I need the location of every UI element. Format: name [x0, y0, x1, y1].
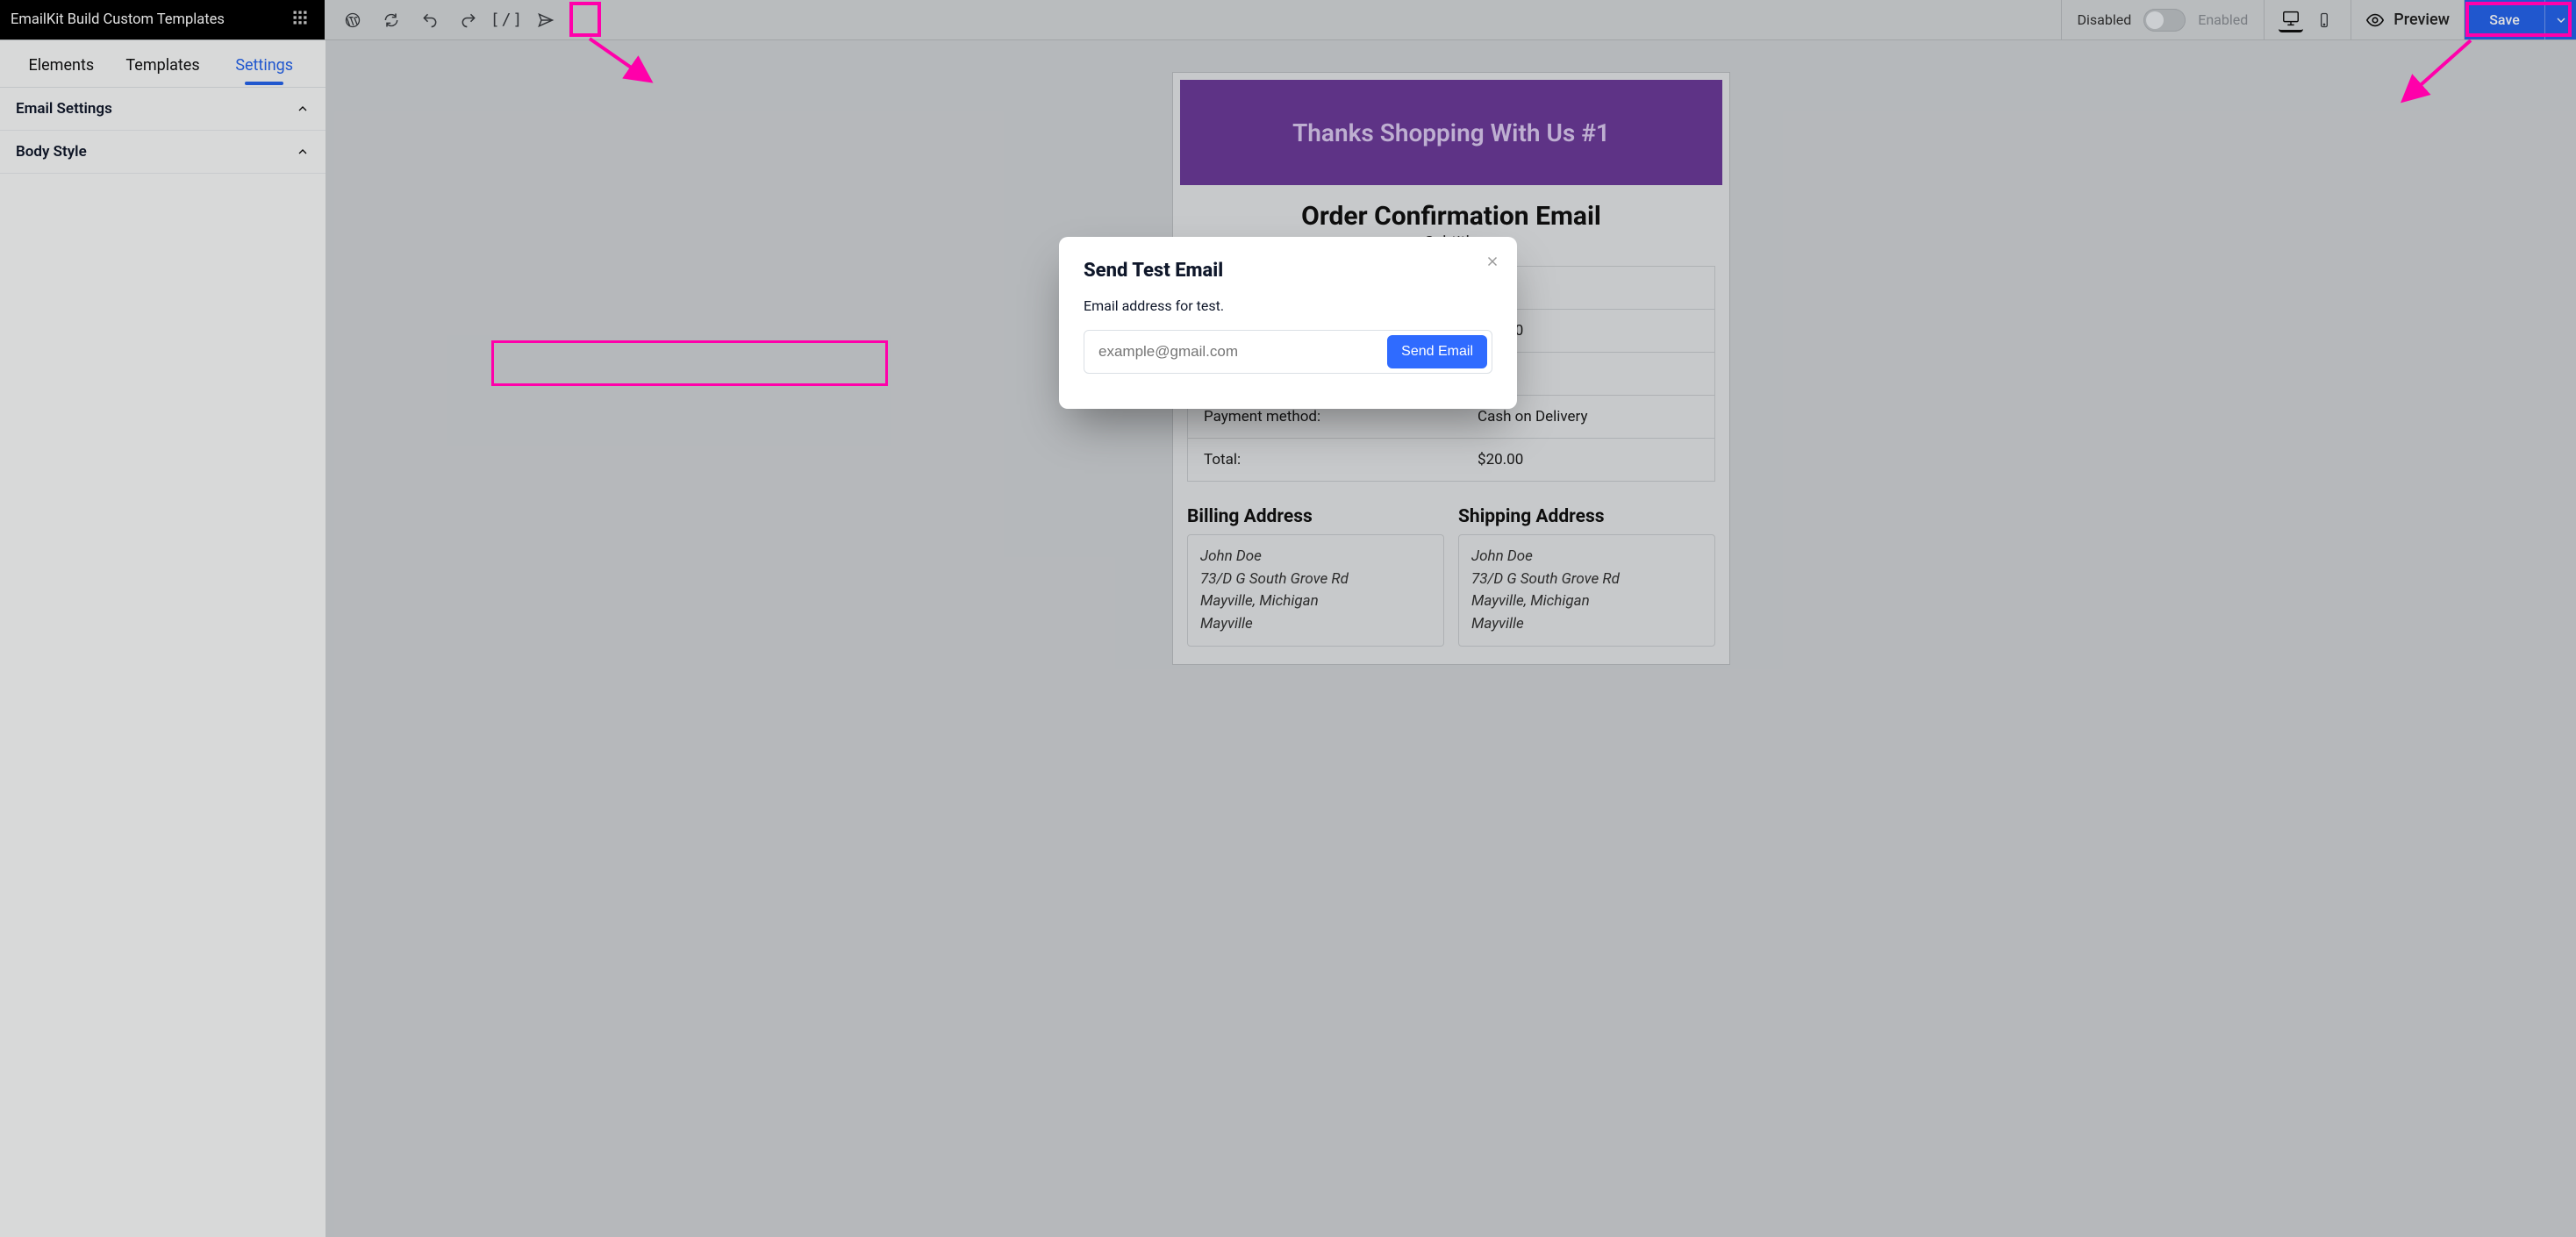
shipping-address: John Doe 73/D G South Grove Rd Mayville,…: [1458, 534, 1715, 647]
redo-icon[interactable]: [451, 0, 486, 39]
close-icon: [1485, 254, 1500, 269]
email-hero-title: Thanks Shopping With Us #1: [1292, 118, 1610, 147]
shortcodes-icon[interactable]: [/]: [490, 0, 525, 39]
address-grid: Billing Address John Doe 73/D G South Gr…: [1187, 506, 1715, 647]
sidebar-tabs: Elements Templates Settings: [0, 40, 326, 88]
enabled-toggle[interactable]: [2143, 9, 2186, 32]
billing-title: Billing Address: [1187, 506, 1444, 527]
section-email-settings[interactable]: Email Settings: [0, 88, 326, 131]
addr-line: 73/D G South Grove Rd: [1471, 568, 1702, 591]
preview-button[interactable]: Preview: [2351, 0, 2464, 39]
addr-line: John Doe: [1200, 546, 1431, 568]
save-button[interactable]: Save: [2465, 0, 2544, 39]
shipping-column: Shipping Address John Doe 73/D G South G…: [1458, 506, 1715, 647]
canvas[interactable]: Thanks Shopping With Us #1 Order Confirm…: [326, 40, 2576, 1237]
section-body-style-label: Body Style: [16, 143, 87, 161]
email-hero: Thanks Shopping With Us #1: [1180, 80, 1722, 185]
addr-line: Mayville, Michigan: [1471, 590, 1702, 613]
desktop-device-icon[interactable]: [2279, 8, 2303, 32]
chevron-up-icon: [296, 145, 310, 159]
chevron-up-icon: [296, 102, 310, 116]
email-heading: Order Confirmation Email: [1187, 201, 1715, 232]
tab-elements-label: Elements: [29, 56, 95, 75]
chevron-down-icon: [2554, 13, 2568, 27]
table-row: Total:$20.00: [1188, 439, 1715, 482]
cell: Total:: [1188, 439, 1463, 482]
eye-icon: [2365, 11, 2385, 30]
addr-line: John Doe: [1471, 546, 1702, 568]
topbar-right: Disabled Enabled Preview Save: [2061, 0, 2576, 39]
tab-elements[interactable]: Elements: [11, 44, 112, 83]
mobile-device-icon[interactable]: [2312, 8, 2336, 32]
preview-label: Preview: [2394, 11, 2450, 29]
save-label: Save: [2489, 11, 2520, 28]
save-group: Save: [2464, 0, 2576, 39]
main: Elements Templates Settings Email Settin…: [0, 40, 2576, 1237]
tab-templates[interactable]: Templates: [112, 44, 214, 83]
addr-line: Mayville: [1471, 613, 1702, 636]
app-title-strip: EmailKit Build Custom Templates: [0, 0, 325, 39]
save-caret[interactable]: [2544, 0, 2576, 39]
addr-line: Mayville, Michigan: [1200, 590, 1431, 613]
state-enabled-label: Enabled: [2198, 11, 2248, 28]
addr-line: Mayville: [1200, 613, 1431, 636]
refresh-icon[interactable]: [374, 0, 409, 39]
undo-icon[interactable]: [412, 0, 447, 39]
tab-settings-label: Settings: [235, 56, 293, 75]
modal-input-row: Send Email: [1084, 330, 1492, 374]
billing-column: Billing Address John Doe 73/D G South Gr…: [1187, 506, 1444, 647]
state-disabled-label: Disabled: [2078, 11, 2132, 28]
state-toggle-group: Disabled Enabled: [2061, 0, 2265, 39]
sidebar: Elements Templates Settings Email Settin…: [0, 40, 326, 1237]
modal-help: Email address for test.: [1084, 297, 1492, 314]
wordpress-icon[interactable]: [335, 0, 370, 39]
addr-line: 73/D G South Grove Rd: [1200, 568, 1431, 591]
cell: $20.00: [1462, 439, 1714, 482]
billing-address: John Doe 73/D G South Grove Rd Mayville,…: [1187, 534, 1444, 647]
toolbar: [/]: [325, 0, 574, 39]
device-group: [2264, 0, 2351, 39]
send-test-email-modal: Send Test Email Email address for test. …: [1059, 237, 1517, 409]
top-bar: EmailKit Build Custom Templates [/] Disa…: [0, 0, 2576, 40]
test-email-input[interactable]: [1097, 342, 1378, 361]
send-email-button-label: Send Email: [1401, 344, 1473, 359]
tab-templates-label: Templates: [125, 56, 199, 75]
modal-close-button[interactable]: [1480, 249, 1505, 274]
apps-grid-icon[interactable]: [291, 9, 309, 31]
modal-title: Send Test Email: [1084, 260, 1492, 282]
send-test-icon[interactable]: [528, 0, 563, 39]
app-title: EmailKit Build Custom Templates: [11, 11, 225, 28]
section-email-settings-label: Email Settings: [16, 100, 112, 118]
send-email-button[interactable]: Send Email: [1387, 335, 1487, 368]
section-body-style[interactable]: Body Style: [0, 131, 326, 174]
tab-settings[interactable]: Settings: [213, 44, 315, 83]
shipping-title: Shipping Address: [1458, 506, 1715, 527]
